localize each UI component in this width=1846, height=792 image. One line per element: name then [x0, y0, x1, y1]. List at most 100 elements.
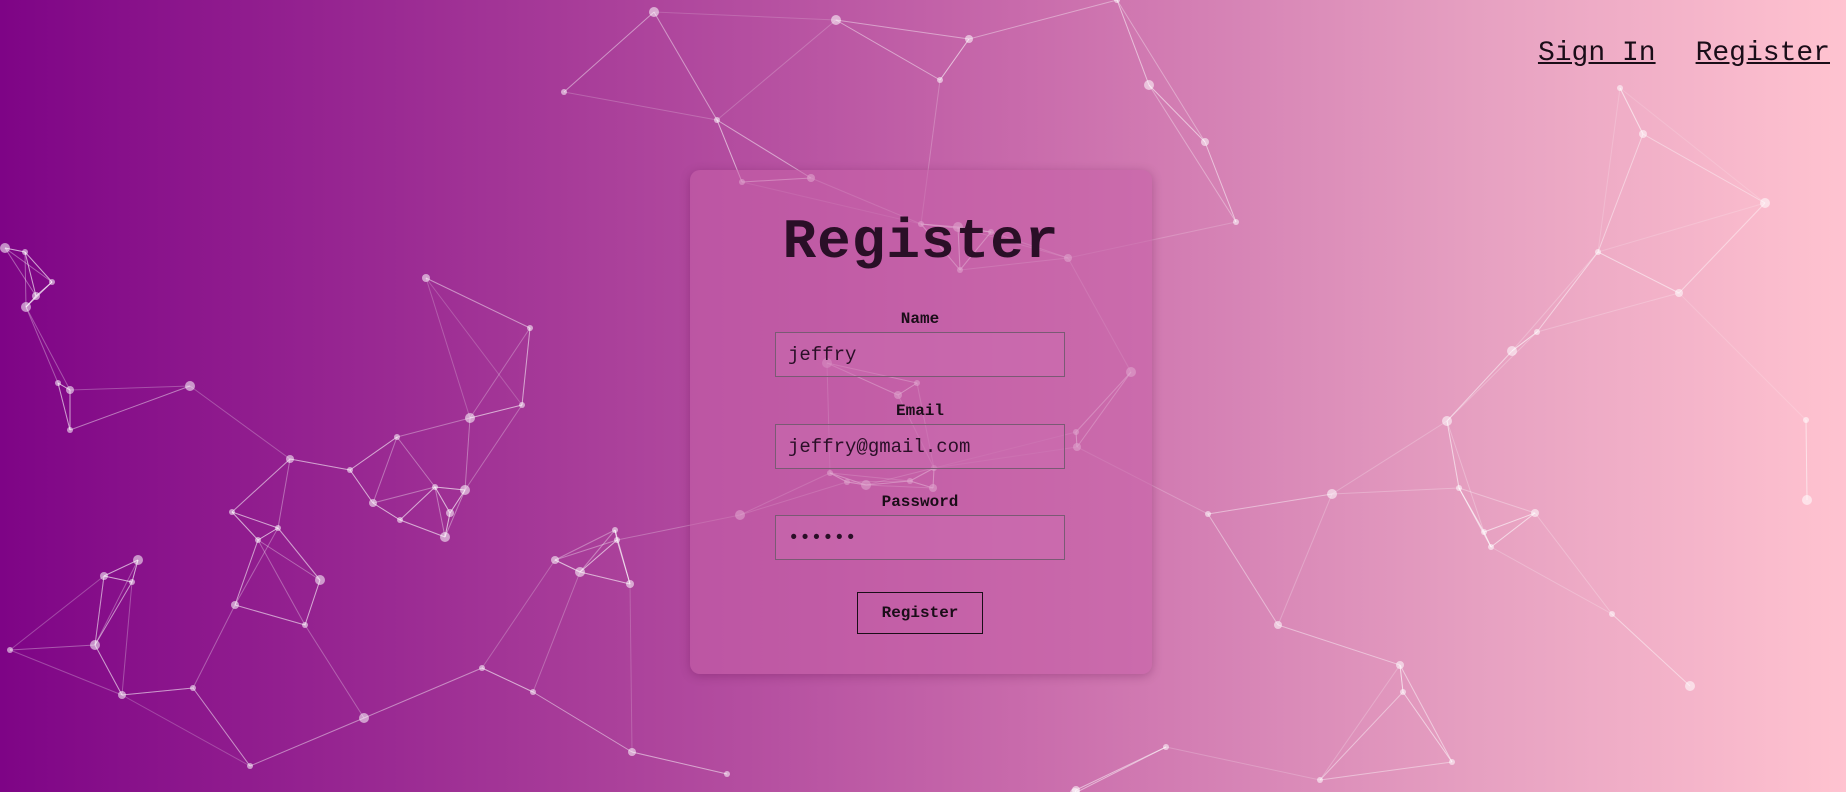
network-node [1803, 417, 1809, 423]
network-line [1597, 202, 1766, 253]
network-node [561, 89, 567, 95]
network-node [100, 572, 108, 580]
network-line [1490, 546, 1613, 615]
password-input[interactable] [775, 515, 1065, 560]
network-line [1642, 133, 1766, 204]
network-node [286, 455, 294, 463]
network-line [434, 486, 451, 514]
network-line [1619, 87, 1644, 135]
network-node [1144, 80, 1154, 90]
network-node [1456, 485, 1462, 491]
network-line [1483, 531, 1492, 548]
network-line [554, 559, 581, 573]
network-node [185, 381, 195, 391]
network-line [835, 19, 941, 81]
network-line [4, 247, 37, 297]
email-label: Email [895, 402, 944, 420]
network-line [94, 559, 139, 646]
network-line [1207, 513, 1279, 626]
network-line [257, 527, 279, 541]
network-line [563, 91, 718, 121]
network-line [1399, 664, 1453, 763]
nav-sign-in-link[interactable]: Sign In [1538, 40, 1656, 68]
network-node [347, 467, 353, 473]
network-line [399, 519, 446, 538]
network-line [434, 486, 446, 538]
network-line [121, 687, 194, 696]
network-line [69, 385, 191, 391]
network-line [234, 604, 306, 626]
network-node [432, 484, 438, 490]
password-field-group: Password [775, 494, 1065, 560]
network-line [434, 486, 466, 491]
network-node [1534, 329, 1540, 335]
network-line [521, 327, 531, 406]
network-node [1449, 759, 1455, 765]
network-line [9, 644, 96, 651]
network-line [1483, 512, 1536, 533]
network-line [554, 559, 581, 573]
network-line [444, 512, 451, 538]
network-node [1233, 219, 1239, 225]
network-line [372, 502, 401, 521]
form-title: Register [782, 210, 1060, 274]
top-nav: Sign In Register [1538, 40, 1830, 68]
network-node [1675, 289, 1683, 297]
network-line [25, 306, 71, 391]
network-node [1400, 689, 1406, 695]
network-line [249, 717, 365, 767]
network-line [1075, 746, 1167, 791]
network-node [1442, 416, 1452, 426]
network-line [579, 539, 618, 573]
network-line [231, 458, 291, 513]
register-submit-button[interactable]: Register [857, 592, 983, 634]
network-line [1446, 420, 1460, 489]
network-line [563, 11, 655, 93]
network-line [1446, 420, 1460, 489]
network-node [397, 517, 403, 523]
network-line [631, 751, 728, 775]
network-line [192, 687, 251, 767]
network-line [363, 667, 483, 719]
network-line [1075, 746, 1167, 792]
network-line [399, 519, 446, 538]
network-line [24, 251, 53, 283]
network-line [1597, 251, 1680, 294]
name-field-group: Name [775, 311, 1065, 377]
network-node [440, 532, 450, 542]
network-line [481, 667, 534, 693]
network-line [94, 575, 105, 646]
password-label: Password [881, 493, 959, 511]
network-node [190, 685, 196, 691]
network-line [1148, 84, 1237, 223]
network-line [1204, 141, 1237, 223]
network-node [1531, 509, 1539, 517]
network-line [1619, 87, 1766, 204]
network-node [369, 499, 377, 507]
network-line [1075, 746, 1167, 791]
email-input[interactable] [775, 424, 1065, 469]
network-line [716, 19, 837, 121]
nav-register-link[interactable]: Register [1696, 40, 1830, 68]
name-input[interactable] [775, 332, 1065, 377]
network-node [1760, 198, 1770, 208]
network-node [1617, 85, 1623, 91]
network-line [631, 751, 728, 775]
network-line [94, 581, 133, 646]
network-line [614, 529, 618, 541]
network-line [1319, 761, 1453, 781]
network-line [968, 0, 1118, 40]
network-line [1597, 87, 1621, 253]
network-line [231, 511, 259, 541]
network-line [349, 469, 374, 504]
network-node [724, 771, 730, 777]
network-node [1481, 529, 1487, 535]
network-line [24, 251, 27, 308]
network-line [1642, 133, 1766, 204]
network-node [22, 249, 28, 255]
network-line [425, 277, 523, 406]
network-line [25, 295, 37, 308]
network-line [616, 539, 631, 585]
network-line [1207, 493, 1333, 515]
network-node [460, 485, 470, 495]
